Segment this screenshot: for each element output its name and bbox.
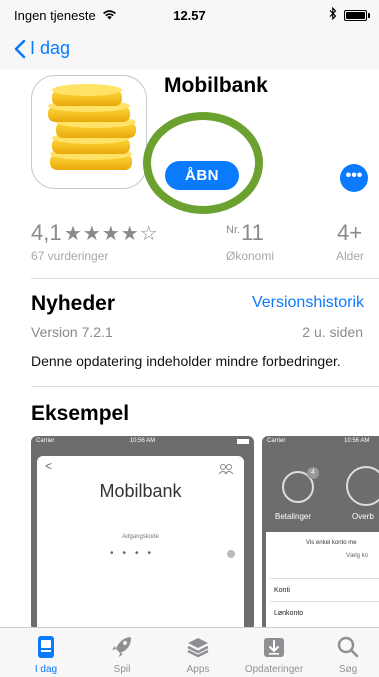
preview-time: 10:56 AM xyxy=(129,438,156,444)
rating-count: 67 vurderinger xyxy=(31,249,109,263)
screenshot-preview-2[interactable]: Carrier 10:56 AM 4 Betalinger Overb Vis … xyxy=(262,436,379,631)
preview-payments-label: Betalinger xyxy=(275,512,312,521)
preview-clear-icon xyxy=(227,550,235,558)
release-notes: Denne opdatering indeholder mindre forbe… xyxy=(31,353,341,369)
preview-line: Vis enkel konto me xyxy=(306,540,357,546)
preview-divider xyxy=(270,601,379,602)
today-icon xyxy=(33,635,59,659)
preview-login-card: < Mobilbank Adgangskode •••• xyxy=(37,456,244,631)
tab-search[interactable]: Søg xyxy=(310,628,379,677)
download-icon xyxy=(261,635,287,659)
tab-today[interactable]: I dag xyxy=(8,628,84,677)
apps-stack-icon xyxy=(185,635,211,659)
tab-label: Apps xyxy=(186,664,210,675)
tab-games[interactable]: Spil xyxy=(84,628,160,677)
rocket-icon xyxy=(109,635,135,659)
preview-app-title: Mobilbank xyxy=(99,481,182,501)
preview-status-bar: Carrier 10:56 AM xyxy=(31,436,254,448)
age-rating: 4+ xyxy=(337,220,363,245)
preview-battery-icon xyxy=(237,439,249,444)
coins-icon xyxy=(48,84,136,170)
navigation-bar: I dag xyxy=(0,30,379,70)
preview-overview-icon xyxy=(346,466,379,506)
clock: 12.57 xyxy=(173,8,206,23)
release-age: 2 u. siden xyxy=(302,324,363,340)
preview-badge: 4 xyxy=(307,467,319,479)
back-label: I dag xyxy=(30,38,71,58)
preview-back-icon: < xyxy=(45,459,53,473)
more-options-button[interactable]: ••• xyxy=(340,164,368,192)
tab-bar: I dag Spil Apps Opdateringer Søg xyxy=(0,627,379,677)
preview-passcode-label: Adgangskode xyxy=(122,534,159,540)
preview-title: Eksempel xyxy=(31,402,130,425)
tab-label: Søg xyxy=(338,664,358,675)
preview-time: 10:56 AM xyxy=(344,438,370,444)
preview-accounts-panel: Vis enkel konto me Vælg ko Konti Lønkont… xyxy=(266,532,379,631)
tab-label: I dag xyxy=(34,664,58,675)
chart-rank: Nr. 11 xyxy=(226,220,264,246)
tab-label: Spil xyxy=(113,664,131,675)
status-bar: Ingen tjeneste 12.57 xyxy=(0,0,379,30)
version-label: Version 7.2.1 xyxy=(31,324,113,340)
preview-carrier: Carrier xyxy=(267,438,286,444)
app-icon xyxy=(31,75,147,189)
preview-passcode-dots: •••• xyxy=(110,548,161,559)
tab-label: Opdateringer xyxy=(244,664,304,675)
rating-score: 4,1 xyxy=(31,220,62,245)
search-icon xyxy=(335,635,361,659)
open-button[interactable]: ÅBN xyxy=(165,161,239,190)
battery-icon xyxy=(344,10,367,21)
divider xyxy=(31,386,379,387)
preview-divider xyxy=(270,578,379,579)
tab-apps[interactable]: Apps xyxy=(160,628,236,677)
divider xyxy=(31,278,379,279)
version-history-link[interactable]: Versionshistorik xyxy=(252,294,364,312)
chevron-left-icon xyxy=(14,39,26,58)
preview-overview-label: Overb xyxy=(352,512,374,521)
age-label: Alder xyxy=(336,249,365,263)
preview-people-icon xyxy=(218,462,234,480)
back-button[interactable]: I dag xyxy=(14,38,70,59)
battery-tip xyxy=(368,13,370,18)
preview-line: Vælg ko xyxy=(346,553,369,559)
news-title: Nyheder xyxy=(31,292,116,315)
preview-row: Konti xyxy=(274,587,290,594)
app-title: Mobilbank xyxy=(164,74,268,97)
tab-updates[interactable]: Opdateringer xyxy=(236,628,312,677)
star-rating: ★★★★☆ xyxy=(64,223,159,245)
preview-status-bar: Carrier 10:56 AM xyxy=(262,436,379,448)
screenshot-preview-1[interactable]: Carrier 10:56 AM < Mobilbank Adgangskode… xyxy=(31,436,254,631)
preview-row: Lønkonto xyxy=(274,610,304,617)
rank-number: 11 xyxy=(241,220,264,245)
bluetooth-icon xyxy=(329,6,337,23)
rank-category: Økonomi xyxy=(226,249,275,263)
rank-prefix: Nr. xyxy=(226,224,241,236)
